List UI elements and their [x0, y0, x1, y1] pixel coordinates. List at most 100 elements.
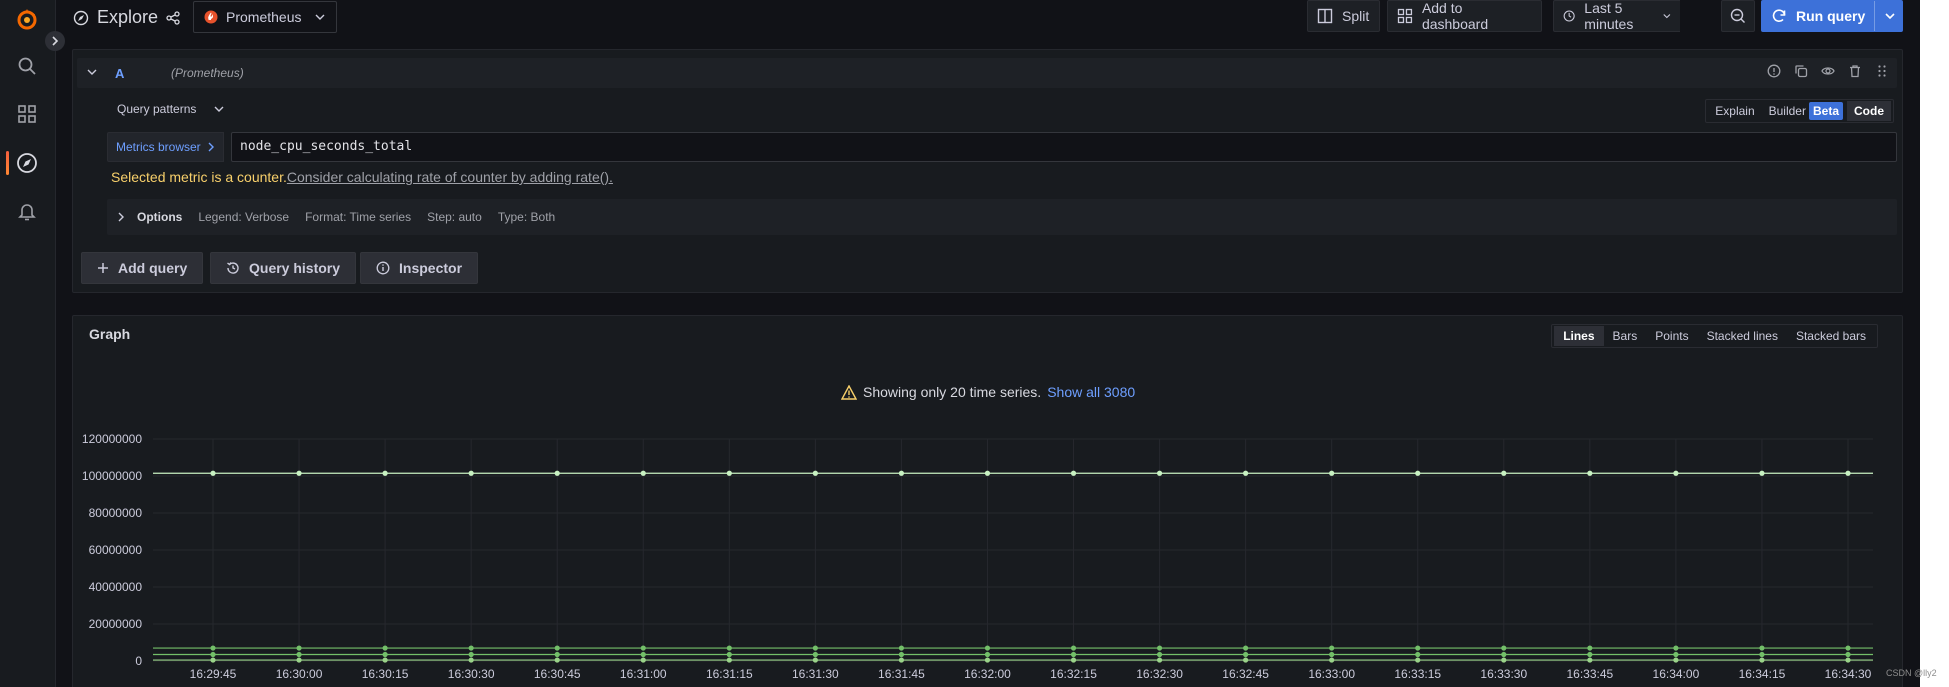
search-icon[interactable]: [14, 53, 40, 79]
data-point: [382, 470, 388, 476]
time-range-label: Last 5 minutes: [1584, 0, 1634, 32]
data-point: [210, 645, 216, 651]
data-point: [1501, 645, 1507, 651]
query-history-button[interactable]: Query history: [210, 252, 357, 284]
add-to-dashboard-button[interactable]: Add to dashboard: [1387, 0, 1542, 32]
builder-mode-button[interactable]: Builder: [1762, 101, 1813, 121]
data-point: [210, 651, 216, 658]
page-margin: [1920, 0, 1949, 687]
data-point: [812, 657, 818, 663]
beta-badge: Beta: [1808, 102, 1843, 120]
y-tick-label: 120000000: [82, 432, 142, 446]
data-point: [296, 657, 302, 663]
trash-icon[interactable]: [1848, 64, 1862, 78]
data-point: [1845, 470, 1851, 476]
editor-mode-switch: Explain Builder Beta Code: [1705, 99, 1894, 123]
data-point: [1845, 645, 1851, 651]
chevron-down-icon: [315, 14, 325, 20]
x-tick-label: 16:32:00: [964, 667, 1011, 681]
x-tick-label: 16:31:00: [620, 667, 667, 681]
query-expression-input[interactable]: node_cpu_seconds_total: [231, 132, 1897, 162]
time-range-picker[interactable]: Last 5 minutes: [1553, 0, 1680, 32]
inspector-button[interactable]: Inspector: [360, 252, 479, 284]
data-point: [210, 470, 216, 476]
y-tick-label: 0: [135, 654, 142, 668]
data-point: [640, 657, 646, 663]
explain-toggle[interactable]: Explain: [1708, 101, 1761, 121]
data-point: [1587, 470, 1593, 476]
graph-panel: Graph Lines Bars Points Stacked lines St…: [72, 315, 1903, 687]
bell-icon[interactable]: [14, 198, 40, 224]
add-rate-hint-link[interactable]: Consider calculating rate of counter by …: [287, 169, 613, 185]
data-point: [898, 651, 905, 658]
data-point: [1759, 651, 1765, 658]
data-point: [1673, 470, 1679, 476]
data-point: [726, 657, 732, 663]
data-point: [898, 657, 905, 663]
data-point: [726, 645, 732, 651]
x-tick-label: 16:29:45: [190, 667, 237, 681]
time-series-chart[interactable]: 0 20000000 40000000 60000000 80000000 1000000…: [73, 316, 1904, 687]
chevron-down-icon[interactable]: [1885, 11, 1895, 21]
add-query-label: Add query: [118, 260, 188, 276]
run-query-button[interactable]: Run query: [1761, 0, 1903, 32]
x-tick-label: 16:32:30: [1136, 667, 1183, 681]
grafana-logo[interactable]: [14, 6, 40, 32]
split-button[interactable]: Split: [1307, 0, 1380, 32]
chevron-down-icon[interactable]: [87, 67, 97, 77]
data-point: [554, 645, 560, 651]
query-row-header[interactable]: A (Prometheus): [77, 58, 1897, 88]
dashboards-icon[interactable]: [14, 101, 40, 127]
data-point: [640, 470, 646, 476]
query-options-row[interactable]: Options Legend: Verbose Format: Time ser…: [107, 199, 1897, 235]
data-point: [726, 651, 732, 658]
help-icon[interactable]: [1767, 64, 1781, 78]
data-point: [1329, 651, 1335, 658]
explore-icon: [73, 10, 89, 25]
dashboards-icon: [1397, 8, 1413, 24]
data-point: [1070, 470, 1077, 476]
add-to-dashboard-label: Add to dashboard: [1421, 0, 1489, 32]
data-point: [1156, 657, 1163, 663]
data-point: [812, 470, 818, 476]
data-point: [1329, 657, 1335, 663]
data-point: [984, 470, 991, 476]
page-title: Explore: [73, 7, 180, 28]
data-point: [554, 657, 560, 663]
watermark: CSDN @lly2: [1886, 668, 1937, 678]
data-point: [382, 657, 388, 663]
data-point: [1501, 657, 1507, 663]
code-mode-button[interactable]: Code: [1847, 101, 1891, 121]
x-tick-label: 16:33:45: [1566, 667, 1613, 681]
copy-icon[interactable]: [1794, 64, 1808, 78]
data-point: [468, 657, 474, 663]
data-point: [1156, 470, 1163, 476]
data-point: [984, 645, 991, 651]
query-patterns-dropdown[interactable]: Query patterns: [117, 102, 224, 116]
explore-icon[interactable]: [14, 150, 40, 176]
run-split-divider: [1874, 1, 1875, 31]
data-point: [1243, 657, 1249, 663]
split-icon: [1317, 8, 1333, 24]
data-point: [296, 470, 302, 476]
data-point: [1673, 645, 1679, 651]
metrics-browser-button[interactable]: Metrics browser: [107, 132, 224, 162]
eye-icon[interactable]: [1821, 64, 1835, 78]
drag-handle-icon[interactable]: [1875, 64, 1889, 78]
data-point: [1156, 651, 1163, 658]
data-point: [1845, 657, 1851, 663]
query-letter[interactable]: A: [115, 66, 124, 81]
x-tick-label: 16:32:15: [1050, 667, 1097, 681]
data-point: [1329, 645, 1335, 651]
share-icon[interactable]: [166, 10, 180, 25]
data-point: [1243, 651, 1249, 658]
counter-warning: Selected metric is a counter.Consider ca…: [111, 169, 613, 185]
prometheus-icon: [204, 10, 218, 24]
data-point: [1759, 657, 1765, 663]
add-query-button[interactable]: Add query: [81, 252, 204, 284]
expand-nav-button[interactable]: [45, 31, 65, 51]
zoom-out-button[interactable]: [1721, 0, 1755, 32]
datasource-picker[interactable]: Prometheus: [193, 1, 337, 33]
history-icon: [227, 262, 239, 274]
x-tick-label: 16:34:00: [1653, 667, 1700, 681]
